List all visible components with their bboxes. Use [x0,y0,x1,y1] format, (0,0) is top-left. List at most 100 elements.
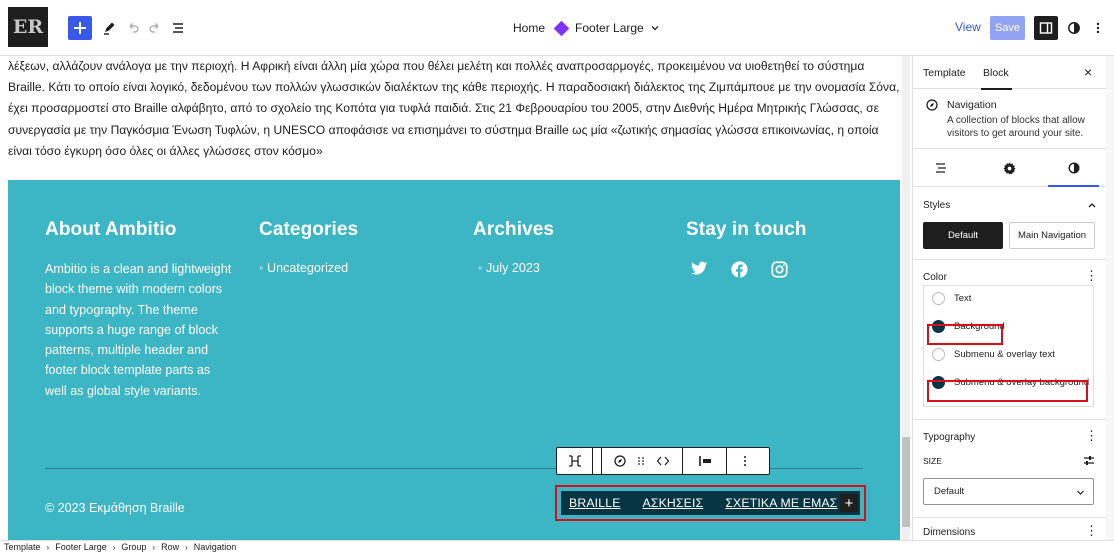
nav-link-about[interactable]: ΣΧΕΤΙΚΑ ΜΕ ΕΜΑΣ [725,496,837,510]
breadcrumb-item[interactable]: Footer Large [55,542,107,552]
options-button[interactable] [1086,16,1110,40]
breadcrumb-item[interactable]: Row [161,542,179,552]
typography-panel-title: Typography [923,432,976,443]
tab-template[interactable]: Template [923,67,966,79]
redo-button[interactable] [143,16,167,40]
template-name[interactable]: Footer Large [575,21,644,35]
list-view-icon [173,23,183,33]
block-title: Navigation [947,99,997,111]
canvas-scrollbar-thumb[interactable] [902,437,910,527]
instagram-icon[interactable] [771,261,788,278]
undo-icon [129,23,139,33]
list-view-button[interactable] [166,16,190,40]
settings-sliders-icon[interactable] [1083,455,1095,466]
editor-canvas[interactable]: λέξεων, αλλάζουν ανάλογα με την περιοχή.… [0,56,906,540]
close-icon[interactable]: × [1084,64,1092,80]
transform-button[interactable] [557,448,593,474]
navigation-highlight: BRAILLE ΑΣΚΗΣΕΙΣ ΣΧΕΤΙΚΑ ΜΕ ΕΜΑΣ + [555,485,866,521]
chevron-right-icon: › [112,542,116,552]
footer-group[interactable]: About Ambitio Ambitio is a clean and lig… [8,180,900,540]
archives-title[interactable]: Archives [473,219,554,241]
styles-panel-title[interactable]: Styles [923,200,950,211]
tab-settings[interactable] [999,159,1019,177]
tab-list-view[interactable] [931,159,951,177]
color-panel-title: Color [923,272,947,283]
font-size-value: Default [934,486,965,497]
gear-icon [1002,161,1016,175]
document-title-bar[interactable]: Home Footer Large [513,17,661,39]
add-nav-item-button[interactable]: + [840,494,858,512]
drag-handle-icon[interactable] [636,455,646,467]
sidebar-scrollbar[interactable] [1106,56,1114,540]
archive-link[interactable]: July 2023 [486,261,540,275]
plus-icon [74,22,86,34]
justification-button[interactable] [683,448,727,474]
compass-icon[interactable] [614,455,626,467]
more-vertical-icon [1096,22,1100,34]
submenu-background-highlight-box [927,380,1088,402]
nav-link-braille[interactable]: BRAILLE [569,496,621,510]
tab-block[interactable]: Block [981,67,1012,90]
undo-button[interactable] [121,16,145,40]
copyright-text[interactable]: © 2023 Εκμάθηση Braille [45,501,185,515]
breadcrumb-item[interactable]: Template [4,542,41,552]
twitter-icon[interactable] [691,261,708,276]
chevron-down-icon[interactable] [649,22,661,34]
style-default-button[interactable]: Default [923,222,1003,249]
facebook-icon[interactable] [731,261,748,278]
navigation-block[interactable]: BRAILLE ΑΣΚΗΣΕΙΣ ΣΧΕΤΙΚΑ ΜΕ ΕΜΑΣ + [561,491,860,515]
move-arrows-icon[interactable] [656,455,670,467]
block-inserter-button[interactable] [68,16,92,40]
stack-icon [568,455,581,467]
half-circle-icon [1068,162,1080,174]
color-options-icon[interactable]: ⋮ [1085,269,1098,282]
block-description: A collection of blocks that allow visito… [947,115,1085,139]
breadcrumb-item[interactable]: Group [121,542,146,552]
about-title[interactable]: About Ambitio [45,219,176,241]
compass-icon [926,99,938,111]
color-item-label: Text [954,292,972,304]
size-label: SIZE [923,456,942,466]
site-logo[interactable]: ER [8,7,48,47]
breadcrumb-item: Navigation [193,542,237,552]
empty-swatch-icon [932,347,945,361]
dimensions-options-icon[interactable]: ⋮ [1085,524,1098,537]
block-card: Navigation A collection of blocks that a… [913,89,1114,149]
styles-button[interactable] [1062,16,1086,40]
editor-header: ER Home Footer Large View Save [0,0,1114,56]
block-options-button[interactable] [727,448,763,474]
categories-title[interactable]: Categories [259,219,358,241]
site-editor: ER Home Footer Large View Save λέξεων, α… [0,0,1114,553]
justify-left-icon [698,456,711,466]
category-item[interactable]: ◦ Uncategorized [259,261,348,275]
social-icons [691,261,788,278]
categories-column: Categories [259,219,358,241]
chevron-right-icon: › [185,542,188,552]
block-controls [601,448,683,474]
paragraph-block[interactable]: λέξεων, αλλάζουν ανάλογα με την περιοχή.… [8,56,900,162]
view-button[interactable]: View [955,20,981,34]
list-view-icon [936,163,946,173]
breadcrumb-home[interactable]: Home [513,21,545,35]
block-toolbar [556,447,770,475]
archive-item[interactable]: ◦ July 2023 [478,261,540,275]
tab-styles[interactable] [1048,159,1099,187]
typography-options-icon[interactable]: ⋮ [1085,429,1098,442]
background-highlight-box [927,324,1003,345]
chevron-up-icon[interactable] [1087,201,1097,209]
color-item-text[interactable]: Text [924,284,1095,312]
style-main-navigation-button[interactable]: Main Navigation [1009,222,1095,249]
social-title[interactable]: Stay in touch [686,219,807,241]
save-button[interactable]: Save [990,16,1025,40]
tools-button[interactable] [97,16,121,40]
half-circle-icon [1068,22,1080,34]
bullet-icon: ◦ [478,261,486,275]
about-text[interactable]: Ambitio is a clean and lightweight block… [45,259,235,401]
category-link[interactable]: Uncategorized [267,261,348,275]
font-size-select[interactable]: Default [923,478,1094,505]
bullet-icon: ◦ [259,261,267,275]
color-item-label: Submenu & overlay text [954,348,1055,360]
settings-toggle-button[interactable] [1034,16,1058,40]
nav-link-exercises[interactable]: ΑΣΚΗΣΕΙΣ [643,496,704,510]
chevron-right-icon: › [152,542,156,552]
